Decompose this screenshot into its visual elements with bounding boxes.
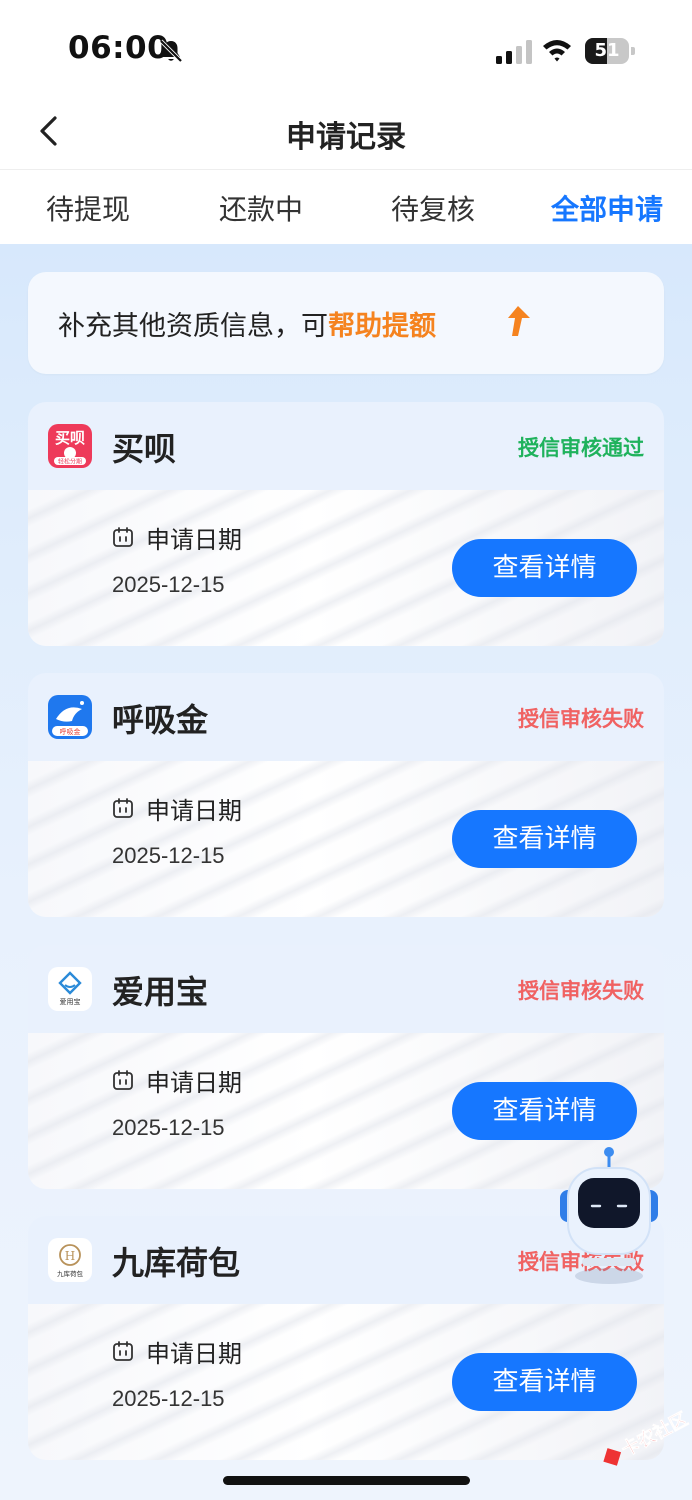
home-indicator[interactable] [223, 1476, 470, 1485]
app-logo-text: 买呗 [55, 429, 85, 447]
date-value: 2025-12-15 [112, 1115, 225, 1140]
app-name: 买呗 [112, 430, 177, 468]
bell-muted-icon [159, 39, 183, 63]
date-value: 2025-12-15 [112, 572, 225, 597]
application-card: 买呗 轻松分期 买呗 授信审核通过 申请日期 2025-12-15 查看详情 [28, 402, 664, 646]
date-label: 申请日期 [146, 797, 242, 825]
cellular-signal-icon [496, 40, 532, 64]
view-details-button[interactable]: 查看详情 [452, 539, 637, 597]
tab-all-applications[interactable]: 全部申请 [551, 188, 663, 228]
app-logo: H 九库荷包 [48, 1238, 92, 1282]
app-logo: 爱用宝 [48, 967, 92, 1011]
status-badge: 授信审核失败 [518, 979, 644, 1003]
calendar-icon [113, 1070, 133, 1090]
status-time: 06:00 [68, 30, 170, 66]
status-badge: 授信审核失败 [518, 707, 644, 731]
promo-banner[interactable]: 补充其他资质信息，可帮助提额 [28, 272, 664, 374]
watermark-logo: 卡农社区 [603, 1407, 692, 1466]
page-title: 申请记录 [286, 120, 406, 155]
promo-text: 补充其他资质信息，可 [58, 311, 328, 342]
date-value: 2025-12-15 [112, 1386, 225, 1411]
calendar-icon [113, 527, 133, 547]
tab-pending-review[interactable]: 待复核 [391, 188, 475, 228]
app-logo-text: 呼吸金 [60, 727, 81, 736]
calendar-icon [113, 798, 133, 818]
calendar-icon [113, 1341, 133, 1361]
app-logo: 呼吸金 [48, 695, 92, 739]
date-value: 2025-12-15 [112, 843, 225, 868]
arrow-up-icon [508, 306, 530, 336]
date-label: 申请日期 [146, 526, 242, 554]
tab-bar: 待提现 还款中 待复核 全部申请 [0, 170, 692, 244]
svg-text:卡农社区: 卡农社区 [618, 1408, 692, 1461]
view-details-button[interactable]: 查看详情 [452, 810, 637, 868]
tab-repaying[interactable]: 还款中 [219, 188, 303, 228]
date-label: 申请日期 [146, 1069, 242, 1097]
svg-text:H: H [65, 1249, 75, 1263]
battery-icon: 51 [585, 38, 635, 64]
app-logo-text: 爱用宝 [60, 997, 81, 1006]
tab-pending-withdraw[interactable]: 待提现 [46, 188, 130, 228]
app-name: 呼吸金 [112, 701, 209, 739]
status-bar: 06:00 51 [0, 0, 692, 100]
date-label: 申请日期 [146, 1340, 242, 1368]
app-name: 爱用宝 [112, 973, 209, 1011]
application-card: 呼吸金 呼吸金 授信审核失败 申请日期 2025-12-15 查看详情 [28, 673, 664, 917]
app-logo-subtext: 轻松分期 [58, 458, 82, 466]
wifi-icon [543, 40, 571, 62]
promo-highlight: 帮助提额 [328, 311, 436, 342]
battery-percent: 51 [594, 40, 620, 61]
app-logo: 买呗 轻松分期 [48, 424, 92, 468]
view-details-button[interactable]: 查看详情 [452, 1082, 637, 1140]
nav-bar: 申请记录 [0, 100, 692, 170]
robot-assistant-icon[interactable] [556, 1146, 662, 1286]
app-logo-text: 九库荷包 [57, 1269, 84, 1278]
status-badge: 授信审核通过 [518, 436, 644, 460]
app-name: 九库荷包 [112, 1244, 241, 1282]
